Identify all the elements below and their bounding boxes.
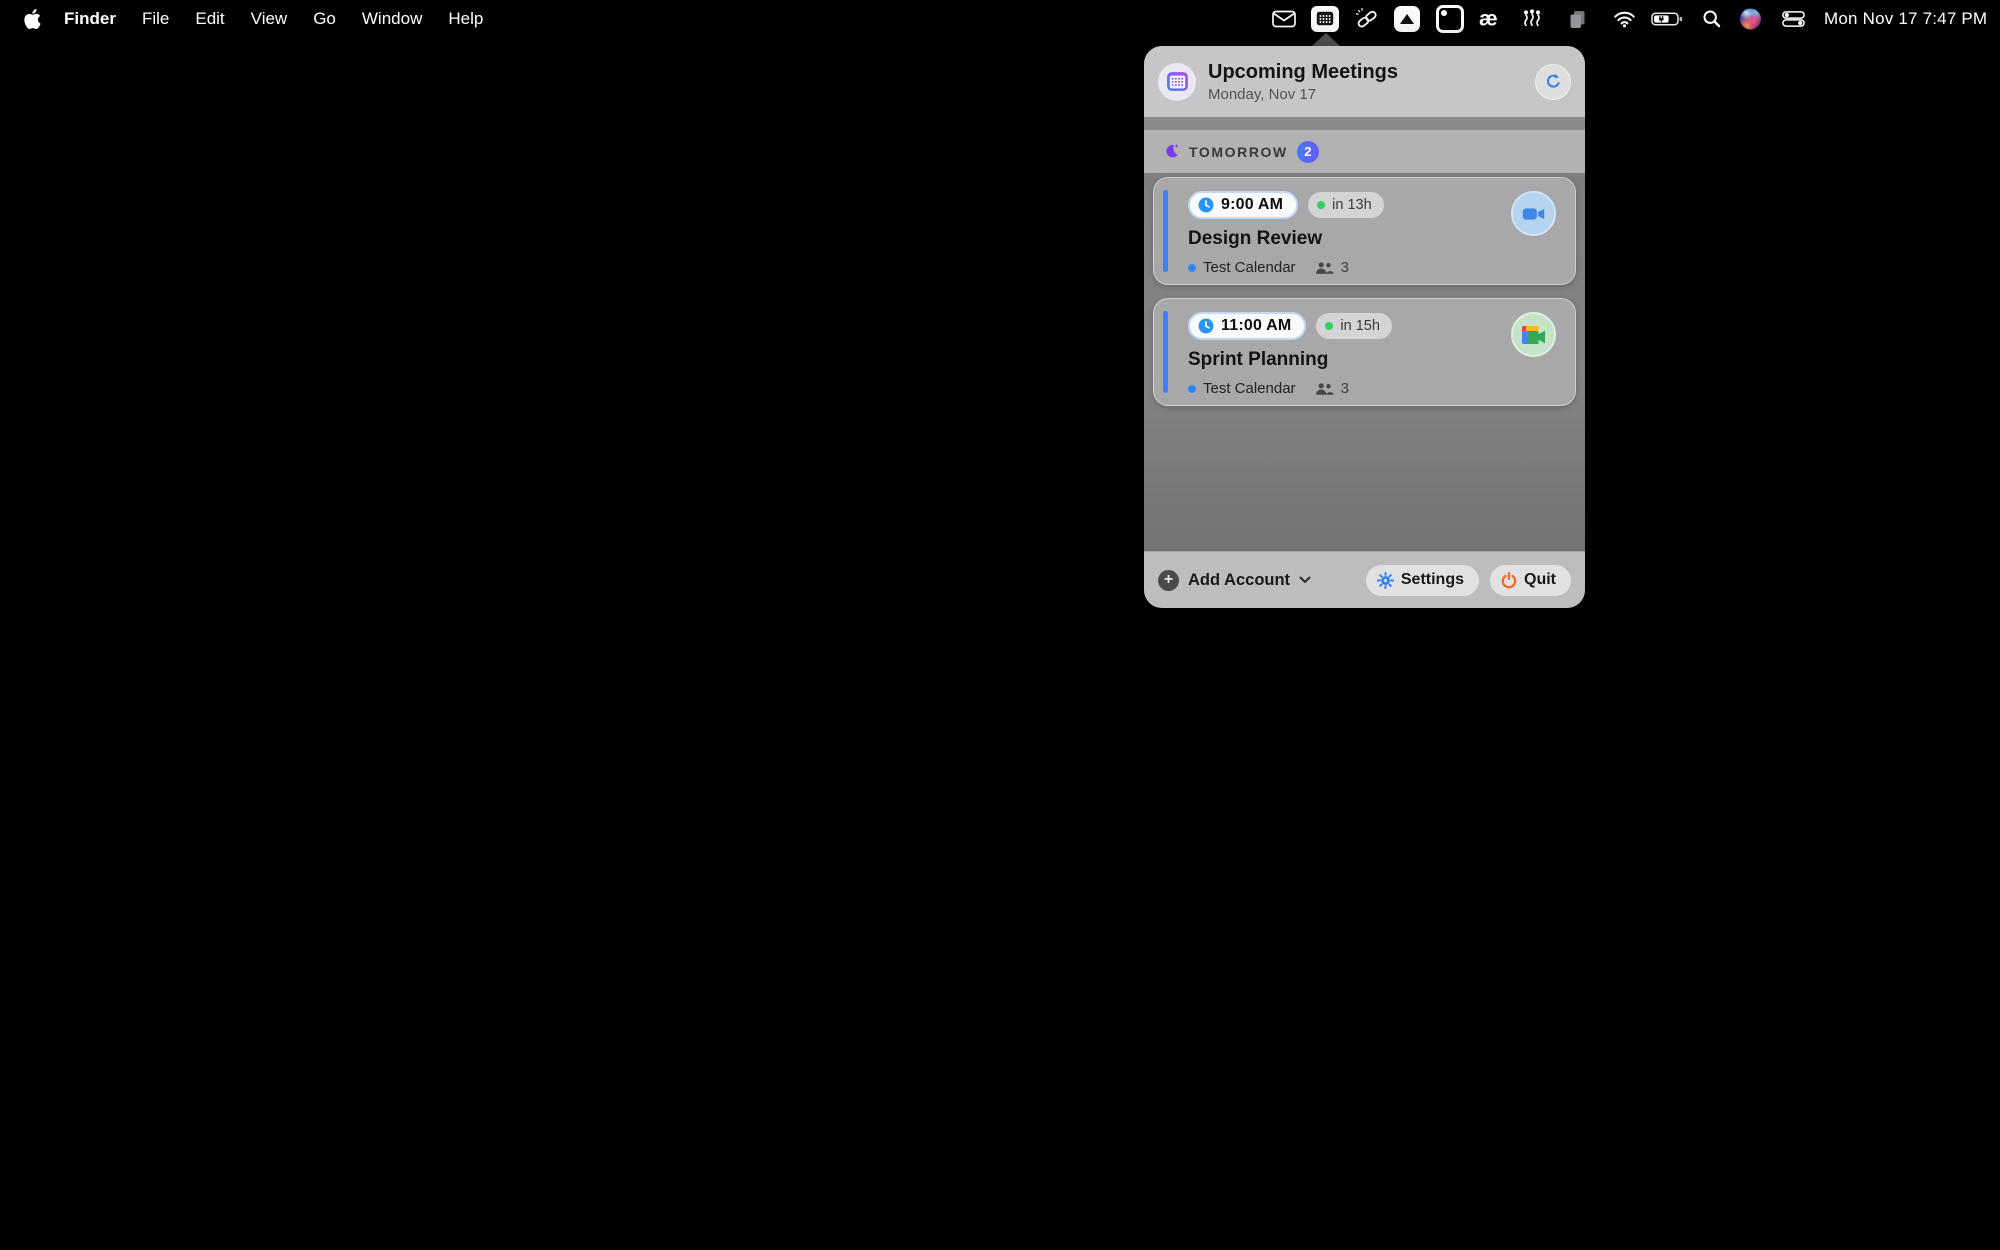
siri-icon[interactable] <box>1740 8 1761 29</box>
calendar-color-bar <box>1163 190 1168 272</box>
clock-icon <box>1198 197 1214 213</box>
eject-app-icon[interactable] <box>1394 6 1420 32</box>
time-pill: 11:00 AM <box>1188 312 1306 340</box>
link-icon[interactable] <box>1354 7 1380 31</box>
attendee-count: 3 <box>1341 259 1349 276</box>
popover-title: Upcoming Meetings <box>1208 61 1535 84</box>
add-account-label: Add Account <box>1188 571 1290 590</box>
quit-label: Quit <box>1524 571 1556 589</box>
popover-caret <box>1312 33 1340 46</box>
calendar-color-bar <box>1163 311 1168 393</box>
window-dot <box>1441 10 1447 16</box>
quit-button[interactable]: Quit <box>1490 565 1571 596</box>
time-pill: 9:00 AM <box>1188 191 1298 219</box>
plus-icon: + <box>1158 570 1179 591</box>
app-menu-finder[interactable]: Finder <box>51 9 129 29</box>
calendar-app-icon <box>1158 63 1196 101</box>
google-meet-icon <box>1522 326 1546 344</box>
apple-logo-icon <box>24 9 41 29</box>
power-icon <box>1501 572 1517 589</box>
menu-item-edit[interactable]: Edit <box>182 9 237 29</box>
clock-icon <box>1198 318 1214 334</box>
calendar-menubar-icon-active[interactable] <box>1311 6 1339 32</box>
attendees-icon <box>1315 261 1334 275</box>
calendar-dot <box>1188 264 1196 272</box>
upcoming-meetings-popover: Upcoming Meetings Monday, Nov 17 TOMORRO… <box>1144 46 1585 608</box>
control-center-icon[interactable] <box>1782 11 1805 27</box>
menu-item-help[interactable]: Help <box>435 9 496 29</box>
countdown-pill: in 15h <box>1316 313 1392 339</box>
mail-icon[interactable] <box>1272 10 1296 27</box>
countdown-text: in 15h <box>1340 318 1380 334</box>
countdown-text: in 13h <box>1332 197 1372 213</box>
calendar-name: Test Calendar <box>1203 380 1296 397</box>
menu-bar: Finder File Edit View Go Window Help <box>0 0 2000 37</box>
attendees-icon <box>1315 382 1334 396</box>
gear-icon <box>1377 572 1394 589</box>
calendar-dot <box>1188 385 1196 393</box>
section-header-tomorrow: TOMORROW 2 <box>1144 130 1585 173</box>
menu-item-view[interactable]: View <box>238 9 301 29</box>
meeting-time: 9:00 AM <box>1221 196 1283 214</box>
battery-icon[interactable] <box>1651 10 1684 27</box>
join-meet-button[interactable] <box>1511 312 1556 357</box>
section-label: TOMORROW <box>1189 144 1288 160</box>
settings-label: Settings <box>1401 571 1464 589</box>
countdown-dot <box>1325 322 1333 330</box>
meeting-time: 11:00 AM <box>1221 317 1291 335</box>
popover-header: Upcoming Meetings Monday, Nov 17 <box>1144 46 1585 117</box>
window-app-icon[interactable] <box>1436 5 1464 33</box>
chevron-down-icon <box>1299 576 1311 584</box>
triangle-glyph <box>1400 14 1414 24</box>
popover-date: Monday, Nov 17 <box>1208 86 1535 103</box>
menu-item-file[interactable]: File <box>129 9 182 29</box>
calendar-name: Test Calendar <box>1203 259 1296 276</box>
header-shadow-band <box>1144 117 1585 130</box>
join-zoom-button[interactable] <box>1511 191 1556 236</box>
meeting-card-sprint-planning[interactable]: 11:00 AM in 15h Sprint Planning Test Cal… <box>1153 298 1576 406</box>
refresh-button[interactable] <box>1535 64 1571 100</box>
spotlight-icon[interactable] <box>1702 9 1722 29</box>
moon-icon <box>1163 143 1180 160</box>
zoom-video-icon <box>1522 205 1545 223</box>
attendee-count: 3 <box>1341 380 1349 397</box>
meeting-card-design-review[interactable]: 9:00 AM in 13h Design Review Test Calend… <box>1153 177 1576 285</box>
steam-icon[interactable] <box>1521 9 1543 29</box>
wifi-icon[interactable] <box>1613 10 1636 27</box>
meeting-count-badge: 2 <box>1297 141 1319 163</box>
countdown-pill: in 13h <box>1308 192 1384 218</box>
menubar-clock[interactable]: Mon Nov 17 7:47 PM <box>1824 9 1987 29</box>
meeting-title: Design Review <box>1188 228 1575 250</box>
desktop: Finder File Edit View Go Window Help <box>0 0 2000 1250</box>
apple-menu[interactable] <box>24 9 51 29</box>
menu-item-go[interactable]: Go <box>300 9 349 29</box>
copy-icon[interactable] <box>1567 8 1588 29</box>
settings-button[interactable]: Settings <box>1366 565 1479 596</box>
countdown-dot <box>1317 201 1325 209</box>
popover-footer: + Add Account Settings <box>1144 551 1585 608</box>
menu-item-window[interactable]: Window <box>349 9 435 29</box>
add-account-button[interactable]: + Add Account <box>1158 570 1311 591</box>
meeting-title: Sprint Planning <box>1188 349 1575 371</box>
refresh-icon <box>1544 72 1563 91</box>
ae-glyph-icon[interactable]: æ <box>1479 8 1498 29</box>
meeting-list: 9:00 AM in 13h Design Review Test Calend… <box>1144 173 1585 551</box>
